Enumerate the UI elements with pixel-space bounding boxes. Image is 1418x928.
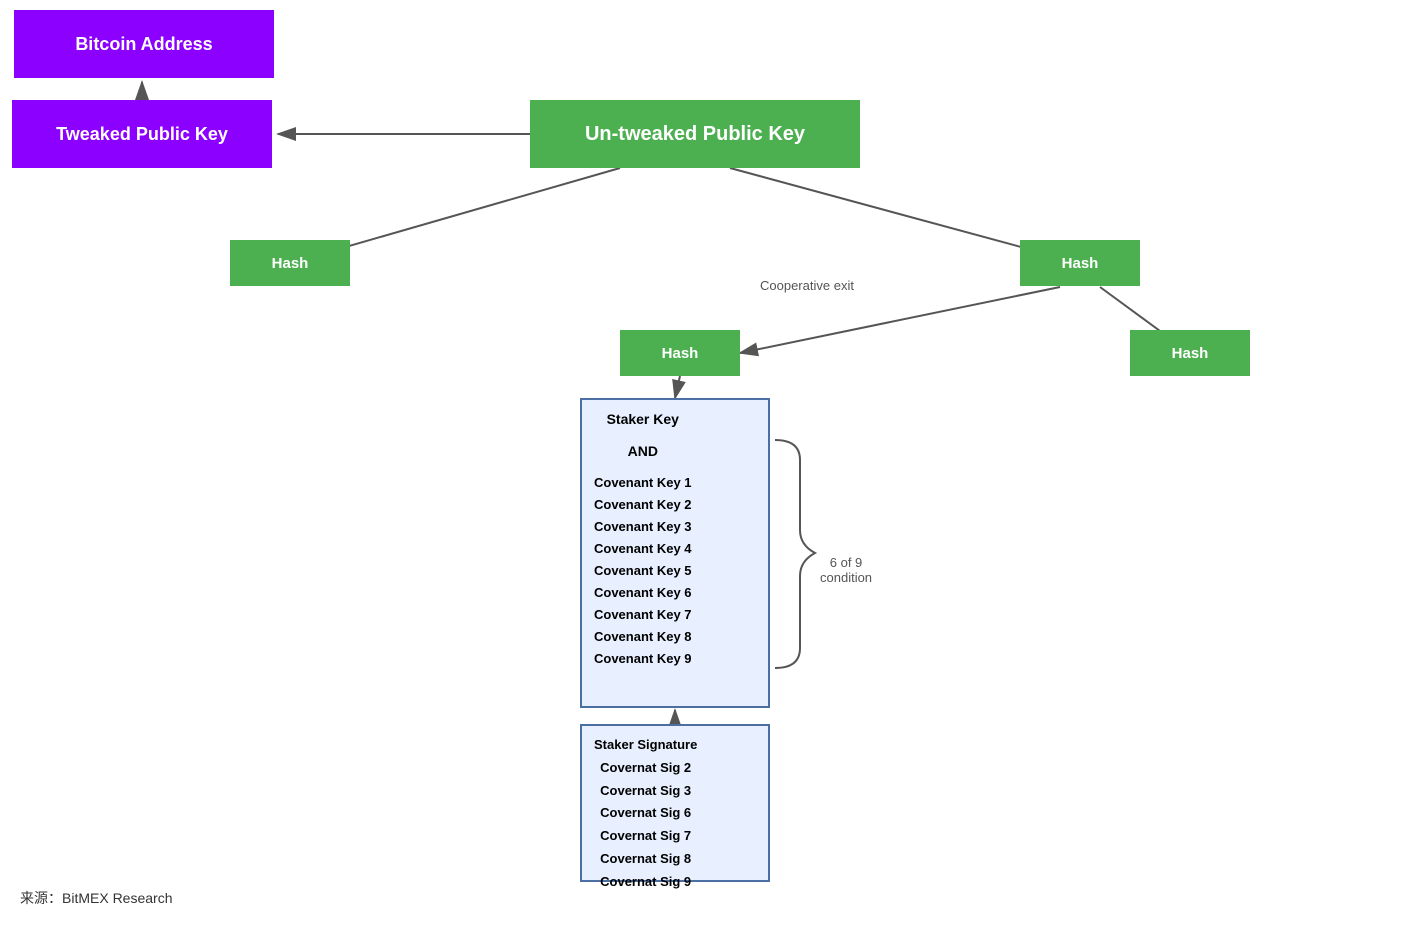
cooperative-exit-label: Cooperative exit [760,278,854,293]
untweaked-public-key-node: Un-tweaked Public Key [530,100,860,168]
diagram: Bitcoin Address Tweaked Public Key Un-tw… [0,0,1418,928]
source-label: 来源：BitMEX Research [20,888,172,908]
covenant-key-8: Covenant Key 8 [594,626,692,648]
staker-key-label: Staker Key [607,408,679,432]
covenant-key-2: Covenant Key 2 [594,494,692,516]
covenant-key-7: Covenant Key 7 [594,604,692,626]
staker-signature: Staker Signature [594,734,697,757]
hash-right-node: Hash [1020,240,1140,286]
hash-left-node: Hash [230,240,350,286]
covernat-sig-8: Covernat Sig 8 [600,848,691,871]
covenant-key-9: Covenant Key 9 [594,648,692,670]
covenant-key-1: Covenant Key 1 [594,472,692,494]
covenant-key-3: Covenant Key 3 [594,516,692,538]
covernat-sig-7: Covernat Sig 7 [600,825,691,848]
and-label: AND [628,440,658,464]
staker-keys-box: Staker Key AND Covenant Key 1 Covenant K… [580,398,770,708]
covenant-key-4: Covenant Key 4 [594,538,692,560]
covernat-sig-6: Covernat Sig 6 [600,802,691,825]
bitcoin-address-node: Bitcoin Address [14,10,274,78]
signature-box: Staker Signature Covernat Sig 2 Covernat… [580,724,770,882]
hash-center-node: Hash [620,330,740,376]
covernat-sig-2: Covernat Sig 2 [600,757,691,780]
covenant-key-5: Covenant Key 5 [594,560,692,582]
covenant-key-6: Covenant Key 6 [594,582,692,604]
covernat-sig-9: Covernat Sig 9 [600,871,691,894]
condition-label: 6 of 9 condition [820,540,872,585]
tweaked-public-key-node: Tweaked Public Key [12,100,272,168]
covernat-sig-3: Covernat Sig 3 [600,780,691,803]
hash-far-right-node: Hash [1130,330,1250,376]
